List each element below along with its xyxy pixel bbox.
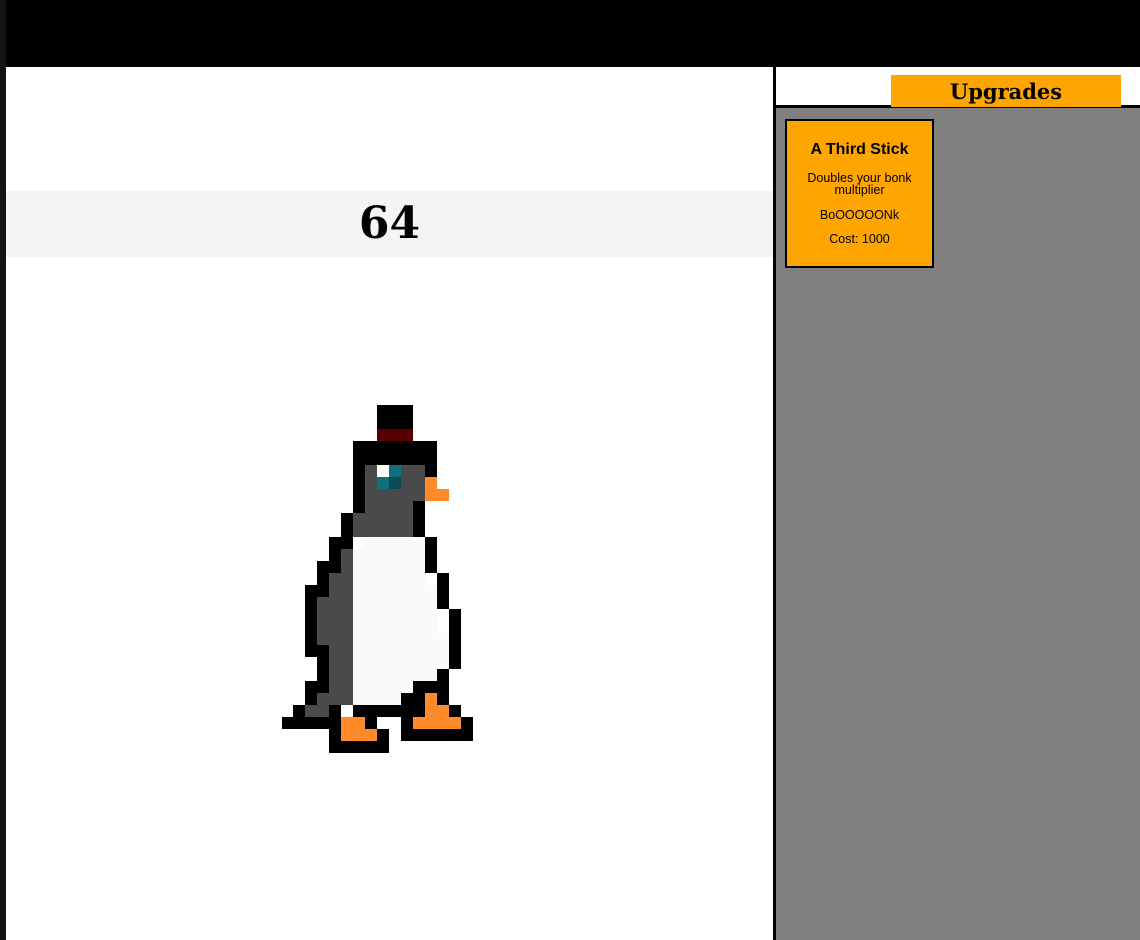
upgrade-name: A Third Stick — [810, 141, 909, 158]
upgrade-card-a-third-stick[interactable]: A Third Stick Doubles your bonk multipli… — [785, 119, 934, 268]
top-bar — [0, 0, 1140, 67]
game-area: 64 — [6, 67, 773, 940]
upgrade-sound-text: BoOOOOONk — [819, 208, 900, 222]
upgrade-cost: Cost: 1000 — [829, 232, 890, 246]
penguin-with-top-hat-icon[interactable] — [282, 405, 474, 753]
upgrades-title: Upgrades — [891, 75, 1121, 107]
bonk-counter: 64 — [358, 198, 421, 249]
upgrades-panel: Upgrades A Third Stick Doubles your bonk… — [776, 67, 1140, 940]
bonk-counter-bar: 64 — [6, 191, 773, 257]
upgrade-description: Doubles your bonk multiplier — [807, 171, 912, 197]
upgrades-header: Upgrades — [776, 67, 1140, 108]
